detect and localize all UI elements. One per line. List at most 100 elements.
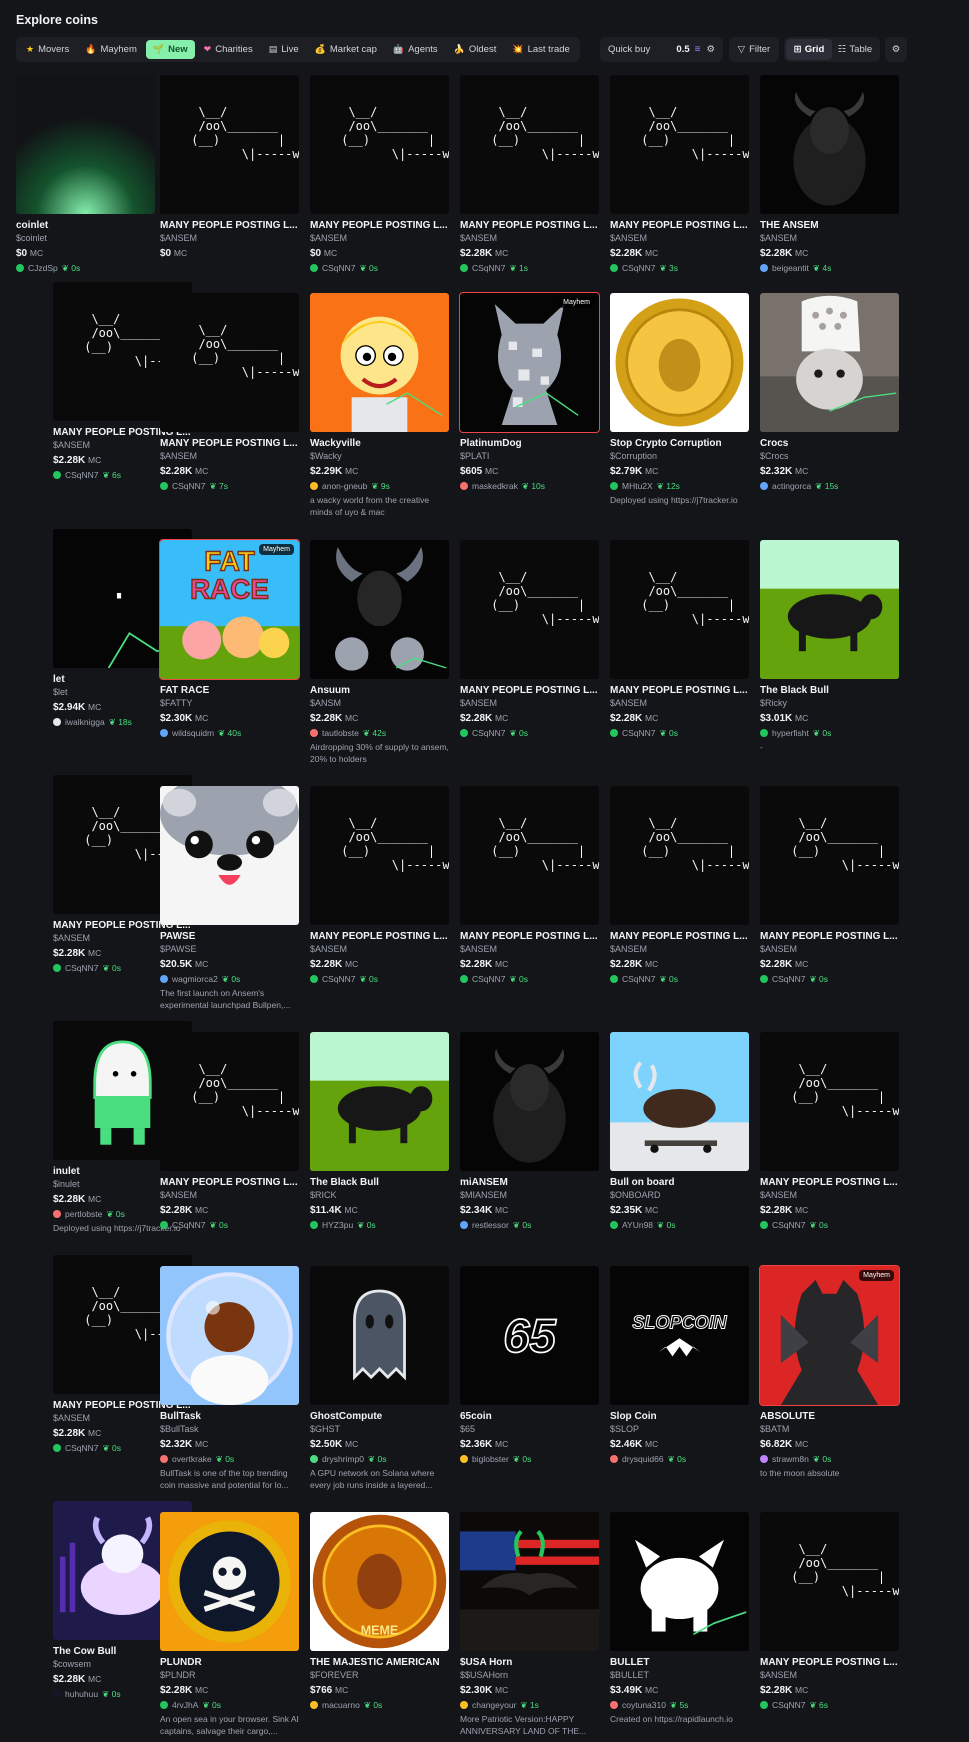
- coin-image[interactable]: [610, 293, 749, 432]
- avatar[interactable]: [310, 1221, 318, 1229]
- coin-name[interactable]: MANY PEOPLE POSTING L...: [610, 685, 749, 698]
- filter-tab-mayhem[interactable]: 🔥 Mayhem: [78, 40, 144, 59]
- coin-name[interactable]: The Black Bull: [310, 1177, 449, 1190]
- coin-name[interactable]: MANY PEOPLE POSTING L...: [760, 931, 899, 944]
- creator-name[interactable]: CSqNN7: [622, 974, 656, 984]
- avatar[interactable]: [16, 264, 24, 272]
- coin-image[interactable]: [610, 1032, 749, 1171]
- avatar[interactable]: [460, 1455, 468, 1463]
- creator-name[interactable]: CSqNN7: [472, 263, 506, 273]
- filter-tab-new[interactable]: 🌱 New: [145, 40, 195, 59]
- coin-name[interactable]: ABSOLUTE: [760, 1411, 899, 1424]
- creator-name[interactable]: CSqNN7: [622, 263, 656, 273]
- creator-name[interactable]: CJzdSp: [28, 263, 58, 273]
- coin-name[interactable]: PLUNDR: [160, 1657, 299, 1670]
- avatar[interactable]: [53, 718, 61, 726]
- coin-image[interactable]: \__/ /oo\_______ (__) | \|-----w ||: [610, 75, 749, 214]
- avatar[interactable]: [310, 1455, 318, 1463]
- filter-tab-agents[interactable]: 🤖 Agents: [386, 40, 445, 59]
- coin-image[interactable]: \__/ /oo\_______ (__) | \|-----w ||: [310, 786, 449, 925]
- filter-tab-last-trade[interactable]: 💥 Last trade: [505, 40, 576, 59]
- avatar[interactable]: [310, 482, 318, 490]
- coin-image[interactable]: [310, 1266, 449, 1405]
- coin-image[interactable]: \__/ /oo\_______ (__) | \|-----w ||: [160, 75, 299, 214]
- coin-image[interactable]: \__/ /oo\_______ (__) | \|-----w ||: [460, 75, 599, 214]
- coin-image[interactable]: \__/ /oo\_______ (__) | \|-----w ||: [610, 540, 749, 679]
- avatar[interactable]: [760, 975, 768, 983]
- settings-icon[interactable]: ⚙: [706, 44, 715, 55]
- coin-image[interactable]: Mayhem: [759, 1265, 900, 1406]
- coin-name[interactable]: Stop Crypto Corruption: [610, 438, 749, 451]
- creator-name[interactable]: CSqNN7: [772, 1700, 806, 1710]
- filter-tab-live[interactable]: ▤ Live: [262, 40, 306, 59]
- avatar[interactable]: [53, 1444, 61, 1452]
- coin-image[interactable]: SLOPCOIN: [610, 1266, 749, 1405]
- avatar[interactable]: [310, 1701, 318, 1709]
- quick-buy-control[interactable]: Quick buy 0.5 ≡ ⚙: [600, 37, 723, 62]
- table-view-button[interactable]: ☷ Table: [832, 39, 878, 60]
- avatar[interactable]: [460, 729, 468, 737]
- creator-name[interactable]: macuarno: [322, 1700, 360, 1710]
- coin-name[interactable]: THE MAJESTIC AMERICAN: [310, 1657, 449, 1670]
- coin-name[interactable]: MANY PEOPLE POSTING L...: [460, 220, 599, 233]
- coin-name[interactable]: MANY PEOPLE POSTING L...: [160, 438, 299, 451]
- coin-name[interactable]: PAWSE: [160, 931, 299, 944]
- creator-name[interactable]: biglobster: [472, 1454, 509, 1464]
- creator-name[interactable]: strawm8n: [772, 1454, 809, 1464]
- coin-name[interactable]: MANY PEOPLE POSTING L...: [460, 931, 599, 944]
- filter-tab-oldest[interactable]: 🍌 Oldest: [447, 40, 504, 59]
- coin-image[interactable]: [310, 540, 449, 679]
- coin-name[interactable]: MANY PEOPLE POSTING L...: [760, 1657, 899, 1670]
- coin-name[interactable]: MANY PEOPLE POSTING L...: [460, 685, 599, 698]
- avatar[interactable]: [610, 1221, 618, 1229]
- coin-image[interactable]: \__/ /oo\_______ (__) | \|-----w ||: [310, 75, 449, 214]
- coin-name[interactable]: Slop Coin: [610, 1411, 749, 1424]
- avatar[interactable]: [610, 729, 618, 737]
- coin-name[interactable]: MANY PEOPLE POSTING L...: [610, 931, 749, 944]
- creator-name[interactable]: CSqNN7: [772, 1220, 806, 1230]
- coin-name[interactable]: BullTask: [160, 1411, 299, 1424]
- creator-name[interactable]: CSqNN7: [322, 263, 356, 273]
- avatar[interactable]: [53, 1210, 61, 1218]
- coin-image[interactable]: [310, 293, 449, 432]
- filter-button[interactable]: ▽ Filter: [729, 37, 779, 62]
- avatar[interactable]: [53, 1690, 61, 1698]
- avatar[interactable]: [760, 1455, 768, 1463]
- creator-name[interactable]: CSqNN7: [472, 974, 506, 984]
- coin-image[interactable]: [16, 75, 155, 214]
- coin-name[interactable]: $USA Horn: [460, 1657, 599, 1670]
- avatar[interactable]: [460, 482, 468, 490]
- avatar[interactable]: [760, 729, 768, 737]
- avatar[interactable]: [610, 264, 618, 272]
- creator-name[interactable]: tautlobste: [322, 728, 359, 738]
- coin-name[interactable]: MANY PEOPLE POSTING L...: [310, 931, 449, 944]
- coin-name[interactable]: Wackyville: [310, 438, 449, 451]
- coin-image[interactable]: [460, 1512, 599, 1651]
- coin-image[interactable]: 65: [460, 1266, 599, 1405]
- creator-name[interactable]: CSqNN7: [622, 728, 656, 738]
- coin-name[interactable]: Crocs: [760, 438, 899, 451]
- creator-name[interactable]: maskedkrak: [472, 481, 518, 491]
- coin-image[interactable]: MEME: [310, 1512, 449, 1651]
- avatar[interactable]: [610, 975, 618, 983]
- coin-name[interactable]: MANY PEOPLE POSTING L...: [160, 1177, 299, 1190]
- creator-name[interactable]: CSqNN7: [65, 1443, 99, 1453]
- creator-name[interactable]: CSqNN7: [65, 470, 99, 480]
- avatar[interactable]: [310, 729, 318, 737]
- avatar[interactable]: [760, 264, 768, 272]
- creator-name[interactable]: changeyour: [472, 1700, 516, 1710]
- creator-name[interactable]: overtkrake: [172, 1454, 212, 1464]
- coin-image[interactable]: \__/ /oo\_______ (__) | \|-----w ||: [460, 540, 599, 679]
- avatar[interactable]: [160, 1221, 168, 1229]
- coin-name[interactable]: THE ANSEM: [760, 220, 899, 233]
- coin-name[interactable]: 65coin: [460, 1411, 599, 1424]
- avatar[interactable]: [460, 1221, 468, 1229]
- display-settings-button[interactable]: ⚙: [885, 37, 907, 62]
- coin-image[interactable]: \__/ /oo\_______ (__) | \|-----w ||: [160, 1032, 299, 1171]
- coin-image[interactable]: \__/ /oo\_______ (__) | \|-----w ||: [760, 1512, 899, 1651]
- avatar[interactable]: [460, 1701, 468, 1709]
- creator-name[interactable]: dryshrimp0: [322, 1454, 364, 1464]
- coin-image[interactable]: \__/ /oo\_______ (__) | \|-----w ||: [760, 1032, 899, 1171]
- coin-name[interactable]: MANY PEOPLE POSTING L...: [610, 220, 749, 233]
- coin-name[interactable]: coinlet: [16, 220, 155, 233]
